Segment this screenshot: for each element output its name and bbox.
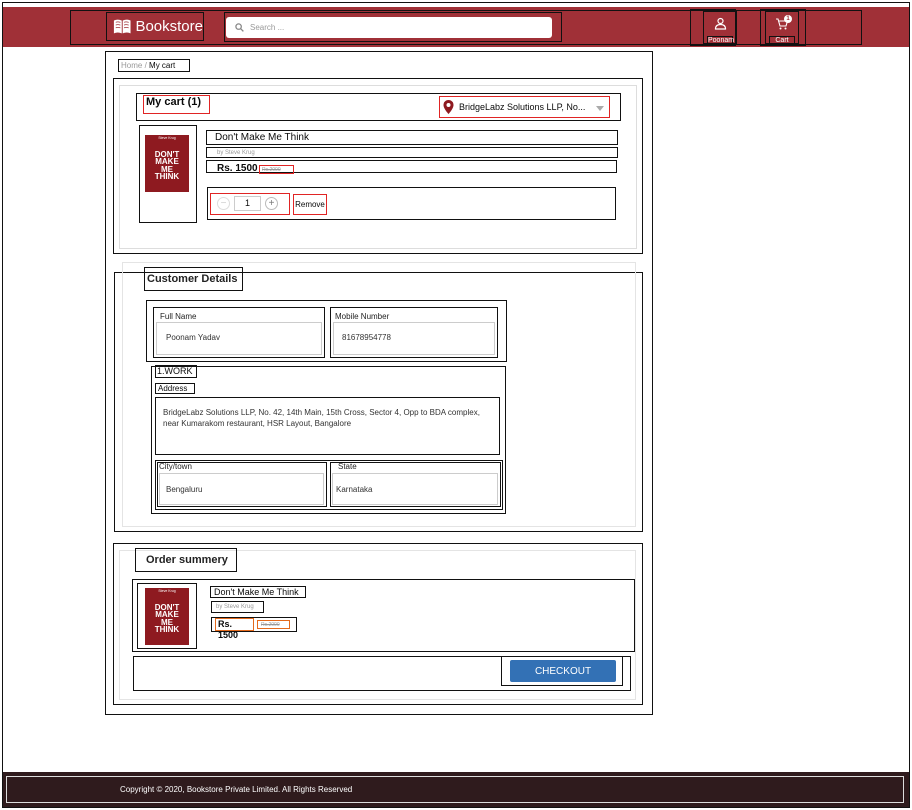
mobile-number-label: Mobile Number — [335, 312, 390, 321]
brand-logo[interactable]: Bookstore — [106, 12, 204, 41]
remove-button[interactable]: Remove — [293, 194, 327, 215]
cart-label: Cart — [769, 36, 795, 45]
city-label: City/town — [159, 462, 192, 471]
search-icon — [235, 23, 244, 32]
location-dropdown[interactable]: BridgeLabz Solutions LLP, No... — [439, 96, 610, 118]
full-name-label: Full Name — [160, 312, 197, 321]
address-type-label: 1.WORK — [155, 365, 197, 378]
cart-old-price: Rs.2000 — [259, 165, 294, 174]
order-item-row — [132, 579, 635, 652]
breadcrumb-separator: / — [144, 61, 147, 70]
location-pin-icon — [443, 100, 454, 114]
address-label: Address — [155, 383, 195, 394]
cart-book-title: Don't Make Me Think — [206, 130, 618, 145]
profile-label: Poonam — [707, 36, 735, 45]
order-old-price: Rs.2000 — [257, 620, 290, 629]
order-price: Rs. 1500 — [215, 618, 254, 640]
address-textarea[interactable]: BridgeLabz Solutions LLP, No. 42, 14th M… — [155, 397, 500, 455]
state-value[interactable]: Karnataka — [336, 485, 372, 494]
breadcrumb-home[interactable]: Home — [121, 61, 142, 70]
order-book-title: Don't Make Me Think — [210, 586, 306, 598]
cart-price: Rs. 1500 — [217, 163, 258, 174]
chevron-down-icon — [596, 106, 604, 111]
profile-button[interactable]: Poonam — [703, 11, 737, 45]
search-placeholder: Search ... — [250, 23, 285, 32]
customer-details-title: Customer Details — [144, 267, 243, 291]
order-book-author: by Steve Krug — [211, 601, 264, 613]
location-value: BridgeLabz Solutions LLP, No... — [459, 102, 586, 112]
order-book-cover: Steve Krug DON'T MAKE ME THINK — [145, 588, 189, 645]
order-cover-title: DON'T MAKE ME THINK — [154, 602, 180, 635]
breadcrumb-current: My cart — [149, 61, 176, 70]
checkout-button[interactable]: CHECKOUT — [510, 660, 616, 682]
mobile-number-value[interactable]: 81678954778 — [342, 333, 391, 342]
book-icon — [113, 19, 131, 34]
cart-title: My cart (1) — [143, 95, 210, 114]
cover-author: Steve Krug — [158, 136, 176, 140]
copyright-text: Copyright © 2020, Bookstore Private Limi… — [120, 785, 353, 794]
cart-book-cover[interactable]: Steve Krug DON'T MAKE ME THINK — [145, 135, 189, 192]
cart-button[interactable]: 1 Cart — [765, 11, 799, 45]
increase-quantity-button[interactable]: + — [265, 197, 278, 210]
brand-name: Bookstore — [135, 18, 203, 35]
quantity-value[interactable]: 1 — [234, 196, 261, 211]
city-value[interactable]: Bengaluru — [166, 485, 202, 494]
cart-book-author: by Steve Krug — [206, 147, 618, 158]
full-name-value[interactable]: Poonam Yadav — [166, 333, 220, 342]
state-label: State — [338, 462, 357, 471]
user-icon — [714, 17, 727, 30]
order-cover-author: Steve Krug — [158, 589, 176, 593]
breadcrumb: Home / My cart — [118, 59, 190, 72]
decrease-quantity-button[interactable]: − — [217, 197, 230, 210]
cover-title: DON'T MAKE ME THINK — [154, 149, 180, 182]
order-summary-title: Order summery — [135, 548, 237, 572]
search-input[interactable]: Search ... — [226, 17, 552, 38]
cart-count-badge: 1 — [784, 15, 792, 23]
